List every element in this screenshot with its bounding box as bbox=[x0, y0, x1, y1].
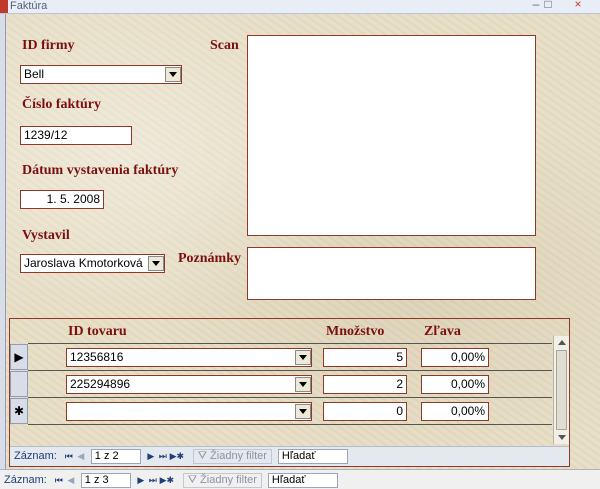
row-selector-new[interactable]: ✱ bbox=[10, 398, 28, 424]
datum-field[interactable]: 1. 5. 2008 bbox=[20, 190, 104, 209]
id-tovaru-dropdown-button[interactable] bbox=[295, 377, 311, 392]
zlava-field[interactable]: 0,00% bbox=[421, 402, 489, 421]
last-record-button[interactable]: ⏭ bbox=[147, 473, 159, 487]
label-poznamky: Poznámky bbox=[178, 251, 241, 266]
id-tovaru-dropdown-button[interactable] bbox=[295, 350, 311, 365]
id-tovaru-combo[interactable]: 225294896 bbox=[66, 375, 312, 394]
id-tovaru-dropdown-button[interactable] bbox=[295, 404, 311, 419]
row-selector-current[interactable]: ▶ bbox=[10, 344, 28, 370]
next-record-button[interactable]: ▶ bbox=[145, 449, 157, 463]
new-record-button[interactable]: ▶✱ bbox=[169, 449, 185, 463]
new-record-button[interactable]: ▶✱ bbox=[159, 473, 175, 487]
zlava-field[interactable]: 0,00% bbox=[421, 375, 489, 394]
window-title: Faktúra bbox=[10, 0, 48, 12]
mnozstvo-field[interactable]: 5 bbox=[323, 348, 407, 367]
chevron-down-icon bbox=[299, 355, 307, 360]
scroll-up-icon[interactable] bbox=[558, 340, 566, 345]
search-input[interactable]: Hľadať bbox=[277, 448, 348, 464]
id-firmy-dropdown-button[interactable] bbox=[165, 67, 181, 82]
label-scan: Scan bbox=[210, 38, 239, 53]
row-divider bbox=[28, 397, 552, 398]
filter-label: Žiadny filter bbox=[200, 474, 257, 486]
mnozstvo-field[interactable]: 0 bbox=[323, 402, 407, 421]
first-record-button[interactable]: ⏮ bbox=[63, 449, 75, 463]
row-divider bbox=[28, 424, 552, 425]
chevron-down-icon bbox=[299, 382, 307, 387]
title-bar: Faktúra – □ × bbox=[0, 0, 600, 14]
scroll-down-icon[interactable] bbox=[558, 435, 566, 440]
record-number-field[interactable]: 1 z 2 bbox=[90, 448, 141, 464]
vystavil-combo[interactable]: Jaroslava Kmotorková bbox=[20, 254, 165, 273]
vystavil-dropdown-button[interactable] bbox=[148, 256, 164, 271]
prev-record-button[interactable]: ◀ bbox=[75, 449, 87, 463]
header-mnozstvo: Množstvo bbox=[326, 324, 385, 339]
label-vystavil: Vystavil bbox=[22, 228, 70, 243]
subform-vertical-scrollbar[interactable] bbox=[553, 336, 569, 444]
scroll-thumb[interactable] bbox=[556, 350, 567, 430]
cislo-faktury-field[interactable]: 1239/12 bbox=[20, 126, 132, 145]
main-record-nav: Záznam: ⏮ ◀ 1 z 3 ▶ ⏭ ▶✱ ⛛ Žiadny filter… bbox=[4, 471, 338, 489]
label-id-firmy: ID firmy bbox=[22, 38, 75, 53]
close-button[interactable]: × bbox=[566, 0, 590, 13]
label-cislo-faktury: Číslo faktúry bbox=[22, 97, 101, 112]
filter-icon: ⛛ bbox=[187, 473, 198, 486]
header-id-tovaru: ID tovaru bbox=[68, 324, 127, 339]
record-selector-bar[interactable] bbox=[0, 14, 6, 469]
nav-label: Záznam: bbox=[4, 474, 47, 486]
maximize-button[interactable]: □ bbox=[536, 0, 560, 13]
mnozstvo-field[interactable]: 2 bbox=[323, 375, 407, 394]
last-record-button[interactable]: ⏭ bbox=[157, 449, 169, 463]
nav-label: Záznam: bbox=[14, 450, 57, 462]
next-record-button[interactable]: ▶ bbox=[135, 473, 147, 487]
header-zlava: Zľava bbox=[424, 324, 461, 339]
filter-button[interactable]: ⛛ Žiadny filter bbox=[182, 472, 262, 488]
poznamky-field[interactable] bbox=[247, 247, 536, 300]
chevron-down-icon bbox=[299, 409, 307, 414]
chevron-down-icon bbox=[152, 261, 160, 266]
label-datum: Dátum vystavenia faktúry bbox=[22, 163, 179, 178]
app-icon bbox=[0, 0, 8, 13]
id-firmy-combo[interactable]: Bell bbox=[20, 65, 182, 84]
row-divider bbox=[28, 343, 552, 344]
search-input[interactable]: Hľadať bbox=[267, 472, 338, 488]
filter-button[interactable]: ⛛ Žiadny filter bbox=[192, 448, 272, 464]
first-record-button[interactable]: ⏮ bbox=[53, 473, 65, 487]
record-number-field[interactable]: 1 z 3 bbox=[80, 472, 131, 488]
filter-icon: ⛛ bbox=[197, 449, 208, 462]
id-tovaru-combo[interactable] bbox=[66, 402, 312, 421]
subform-record-nav: Záznam: ⏮ ◀ 1 z 2 ▶ ⏭ ▶✱ ⛛ Žiadny filter… bbox=[14, 447, 348, 465]
scan-image-box[interactable] bbox=[247, 35, 536, 236]
chevron-down-icon bbox=[169, 72, 177, 77]
row-selector[interactable] bbox=[10, 371, 28, 397]
filter-label: Žiadny filter bbox=[210, 450, 267, 462]
prev-record-button[interactable]: ◀ bbox=[65, 473, 77, 487]
row-divider bbox=[28, 370, 552, 371]
id-tovaru-combo[interactable]: 12356816 bbox=[66, 348, 312, 367]
zlava-field[interactable]: 0,00% bbox=[421, 348, 489, 367]
